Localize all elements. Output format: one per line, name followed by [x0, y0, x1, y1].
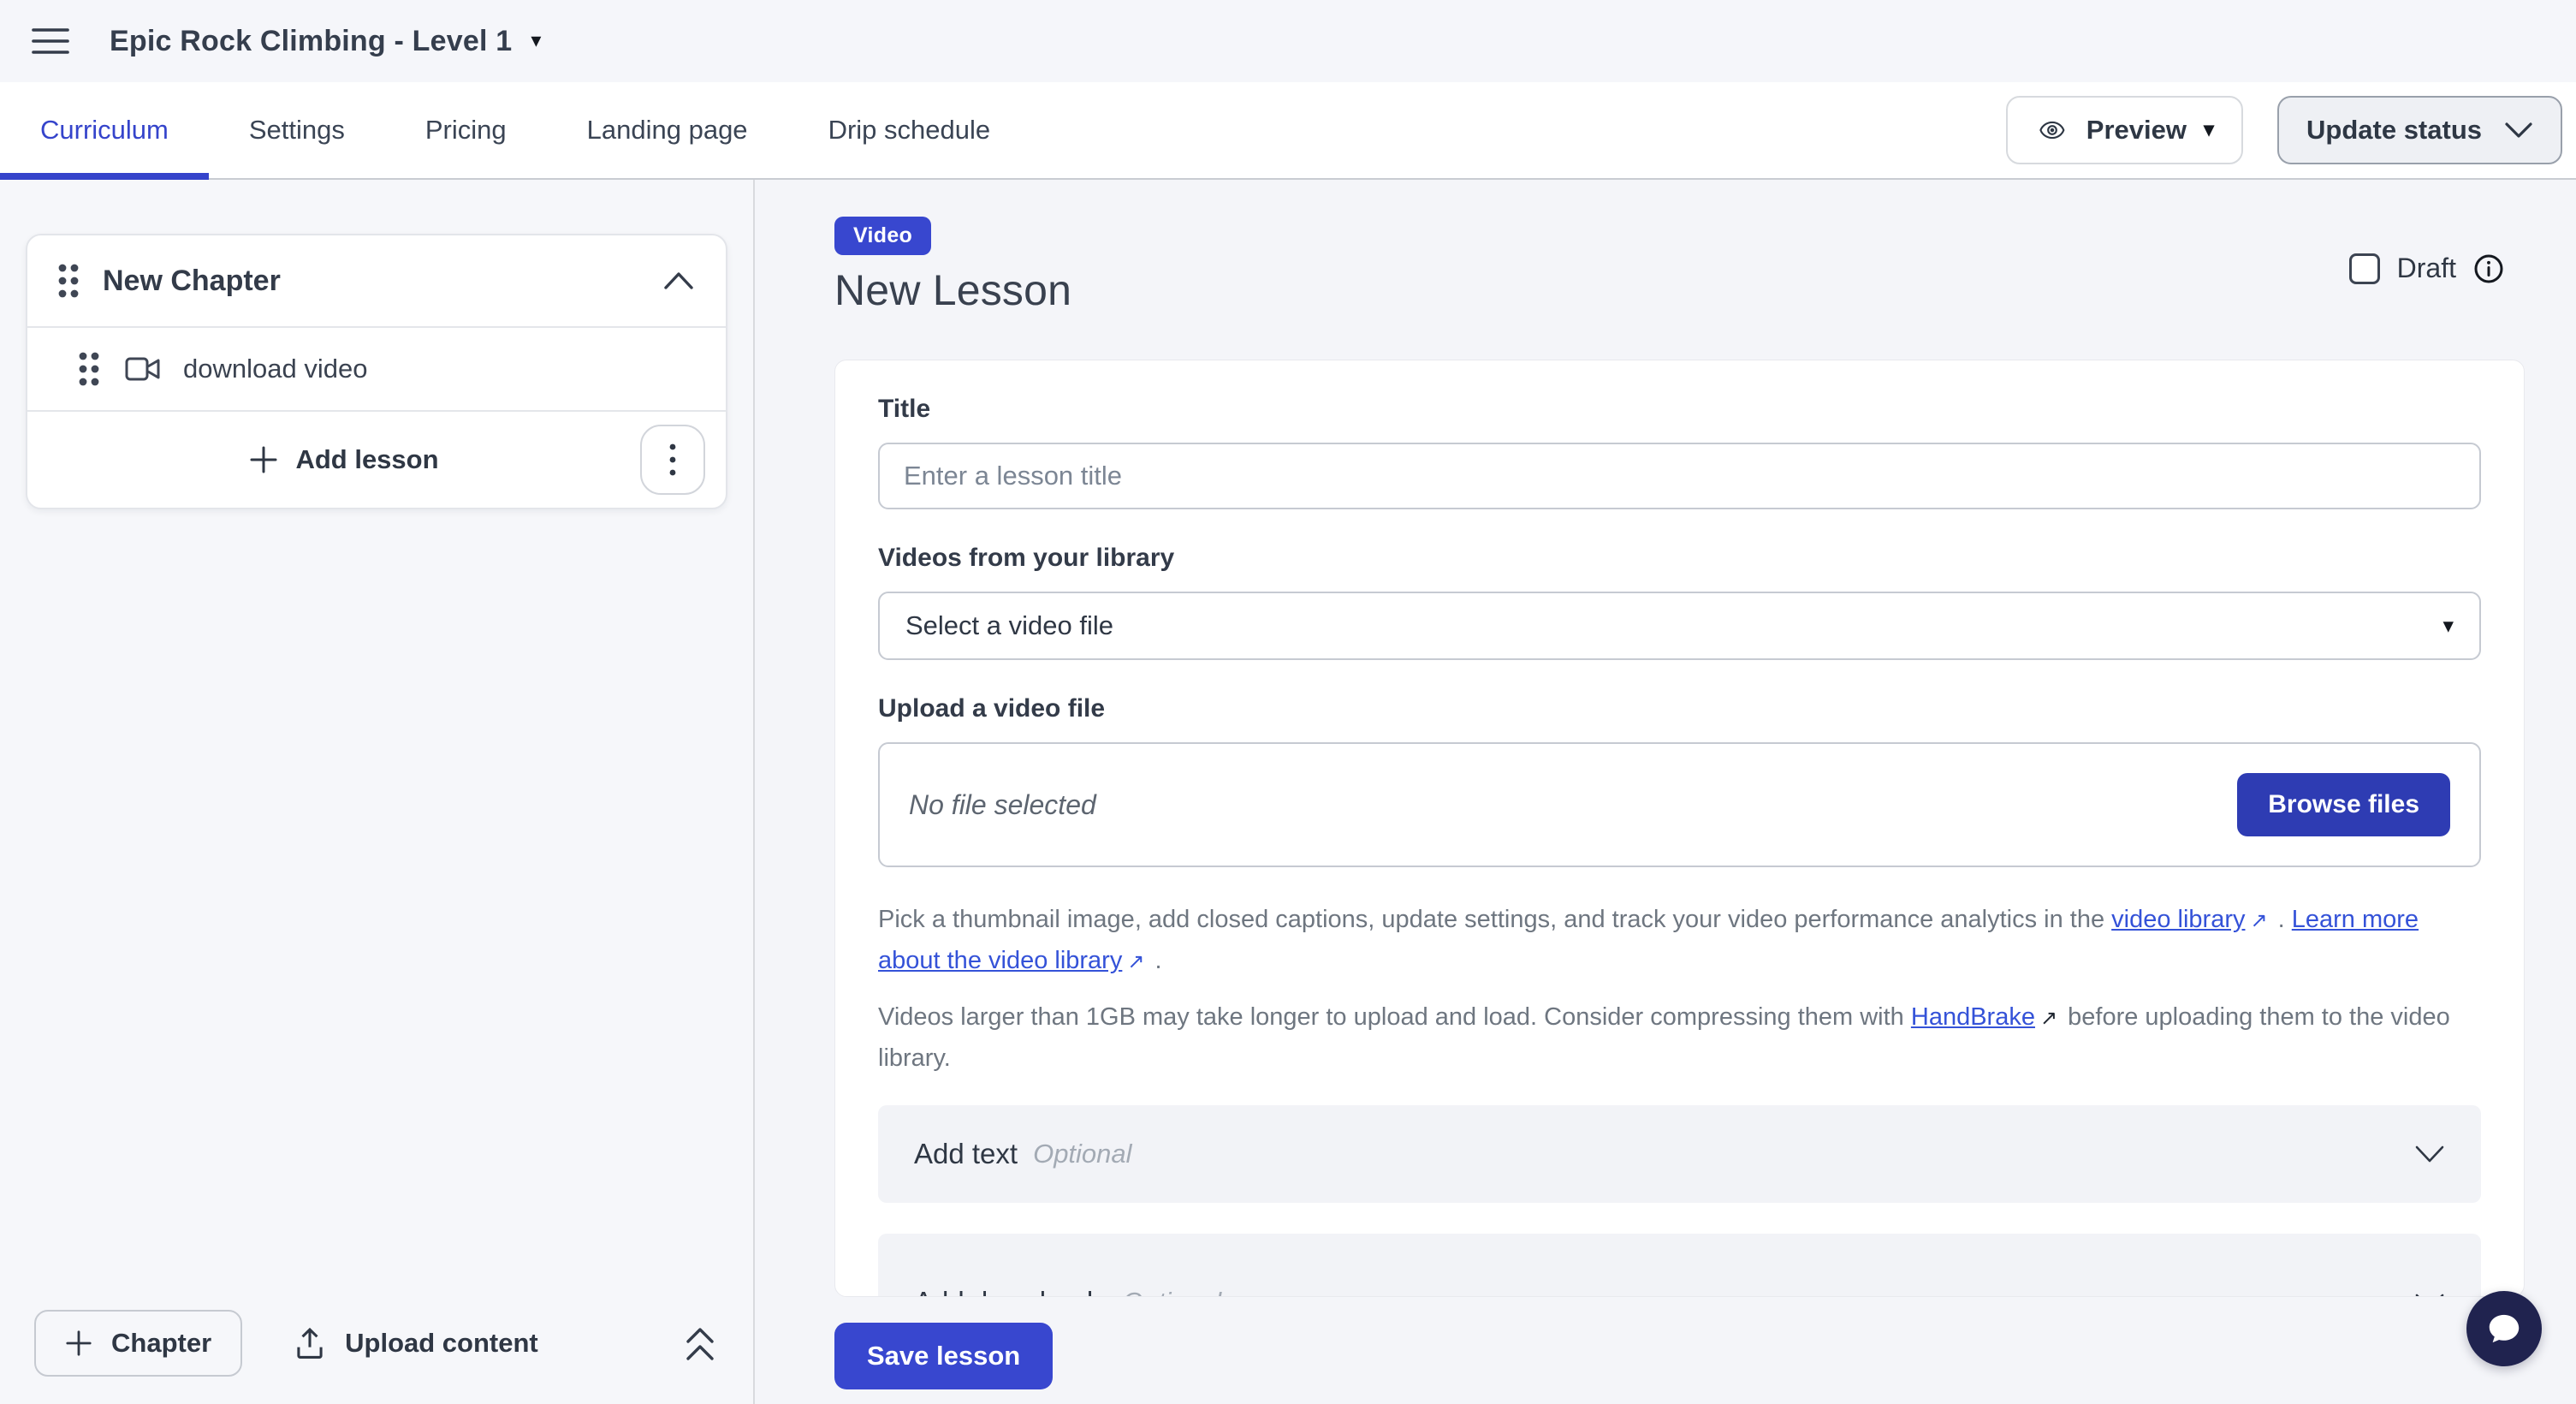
chat-widget-button[interactable] [2466, 1291, 2542, 1366]
chapter-title: New Chapter [103, 265, 281, 298]
save-lesson-button[interactable]: Save lesson [834, 1323, 1053, 1389]
preview-button[interactable]: Preview ▾ [2006, 96, 2243, 164]
lesson-title-input[interactable] [878, 443, 2481, 509]
draft-toggle-row: Draft [2349, 253, 2504, 284]
update-status-button[interactable]: Update status [2277, 96, 2562, 164]
add-lesson-label: Add lesson [295, 444, 438, 475]
lesson-form-card: Title Videos from your library Select a … [834, 360, 2525, 1297]
chat-bubble-icon [2484, 1310, 2524, 1347]
add-text-label: Add text [914, 1138, 1018, 1170]
info-icon[interactable] [2473, 253, 2504, 284]
browse-files-button[interactable]: Browse files [2237, 773, 2450, 836]
no-file-text: No file selected [909, 789, 1096, 821]
course-switcher[interactable]: Epic Rock Climbing - Level 1 ▾ [110, 25, 541, 58]
title-label: Title [878, 395, 2481, 424]
select-value: Select a video file [905, 610, 1113, 641]
chevron-up-icon[interactable] [662, 271, 695, 291]
external-link-icon: ↗ [1127, 943, 1144, 982]
plus-icon [65, 1330, 92, 1357]
video-camera-icon [125, 355, 161, 383]
chapter-footer: Add lesson [27, 412, 726, 508]
add-chapter-label: Chapter [111, 1328, 211, 1359]
tab-landing-page[interactable]: Landing page [547, 82, 788, 178]
draft-label: Draft [2397, 253, 2456, 284]
help-text: . [2271, 906, 2292, 933]
tabbar: Curriculum Settings Pricing Landing page… [0, 82, 2576, 180]
collapse-all-button[interactable] [681, 1323, 719, 1364]
tab-pricing[interactable]: Pricing [385, 82, 547, 178]
lesson-header-left: Video New Lesson [834, 217, 1071, 315]
upload-video-label: Upload a video file [878, 694, 2481, 723]
lesson-header: Video New Lesson Draft [834, 217, 2525, 315]
add-downloads-label: Add downloads [914, 1286, 1107, 1297]
optional-label: Optional [1033, 1139, 1131, 1169]
external-link-icon: ↗ [2250, 901, 2267, 941]
preview-label: Preview [2086, 115, 2187, 146]
compression-help-text: Videos larger than 1GB may take longer t… [878, 997, 2481, 1078]
optional-label: Optional [1123, 1287, 1221, 1297]
video-library-link[interactable]: video library [2111, 906, 2245, 933]
drag-handle-icon[interactable] [55, 259, 82, 302]
chevron-down-icon [2414, 1144, 2445, 1164]
help-text: . [1148, 947, 1161, 974]
chapter-menu-button[interactable] [640, 425, 705, 495]
external-link-icon: ↗ [2040, 999, 2057, 1038]
eye-icon [2035, 116, 2069, 144]
update-status-label: Update status [2306, 115, 2482, 146]
tab-settings[interactable]: Settings [209, 82, 385, 178]
hamburger-menu-icon[interactable] [29, 20, 72, 62]
chapter-header[interactable]: New Chapter [27, 235, 726, 326]
tabbar-actions: Preview ▾ Update status [2006, 82, 2576, 178]
upload-content-label: Upload content [345, 1328, 538, 1359]
caret-down-icon: ▾ [2204, 120, 2214, 140]
lesson-editor: Video New Lesson Draft Title Videos from… [755, 180, 2576, 1404]
caret-down-icon: ▾ [531, 31, 541, 51]
upload-icon [294, 1326, 326, 1360]
help-text: Videos larger than 1GB may take longer t… [878, 1003, 1911, 1031]
help-text: Pick a thumbnail image, add closed capti… [878, 906, 2111, 933]
handbrake-link[interactable]: HandBrake [1911, 1003, 2035, 1031]
tab-label: Settings [249, 115, 345, 146]
lesson-row[interactable]: download video [27, 328, 726, 410]
topbar: Epic Rock Climbing - Level 1 ▾ [0, 0, 2576, 82]
video-library-help-text: Pick a thumbnail image, add closed capti… [878, 900, 2481, 982]
caret-down-icon: ▾ [2442, 613, 2454, 639]
tab-drip-schedule[interactable]: Drip schedule [788, 82, 1031, 178]
sidebar-footer: Chapter Upload content [0, 1282, 753, 1404]
lesson-type-badge: Video [834, 217, 931, 255]
add-lesson-button[interactable]: Add lesson [48, 444, 640, 475]
content: New Chapter download video [0, 180, 2576, 1404]
plus-icon [249, 445, 278, 474]
add-text-panel[interactable]: Add text Optional [878, 1105, 2481, 1203]
tab-label: Drip schedule [828, 115, 991, 146]
add-chapter-button[interactable]: Chapter [34, 1310, 242, 1377]
video-library-select[interactable]: Select a video file ▾ [878, 592, 2481, 660]
tab-label: Pricing [425, 115, 507, 146]
course-title: Epic Rock Climbing - Level 1 [110, 25, 512, 58]
tab-curriculum[interactable]: Curriculum [0, 82, 209, 178]
video-file-dropzone[interactable]: No file selected Browse files [878, 742, 2481, 867]
video-library-label: Videos from your library [878, 544, 2481, 573]
chapter-card: New Chapter download video [26, 234, 727, 509]
draft-checkbox[interactable] [2349, 253, 2380, 284]
page-title: New Lesson [834, 265, 1071, 315]
upload-content-button[interactable]: Upload content [294, 1326, 538, 1360]
tab-label: Landing page [587, 115, 748, 146]
chevron-down-icon [2414, 1292, 2445, 1297]
drag-handle-icon[interactable] [75, 348, 103, 390]
lesson-title: download video [183, 354, 367, 384]
add-downloads-panel[interactable]: Add downloads Optional [878, 1234, 2481, 1297]
tab-label: Curriculum [40, 115, 169, 146]
chevron-down-icon [2504, 121, 2533, 140]
curriculum-sidebar: New Chapter download video [0, 180, 755, 1404]
